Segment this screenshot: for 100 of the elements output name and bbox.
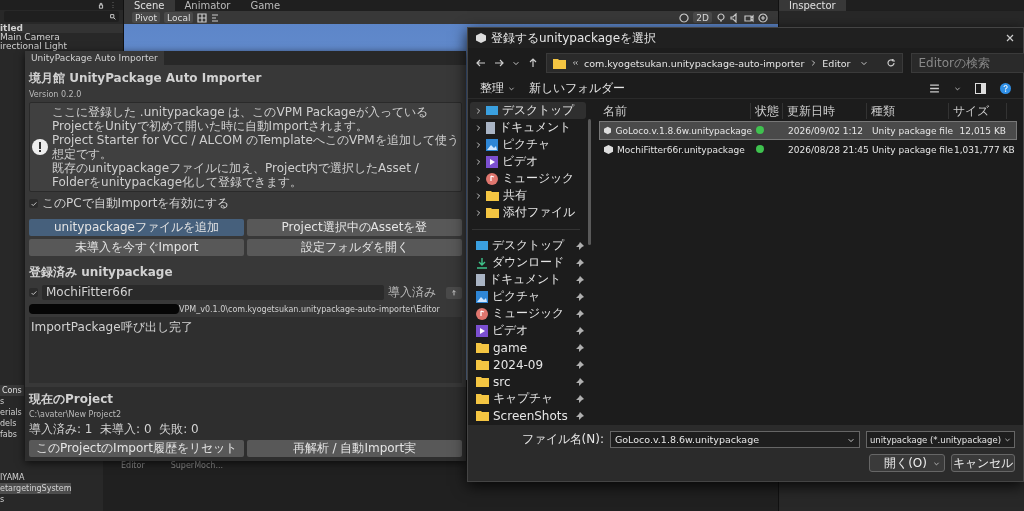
action-button[interactable]: unitypackageファイルを追加 xyxy=(29,219,244,236)
column-header[interactable]: サイズ xyxy=(949,103,1007,119)
local-button[interactable]: Local xyxy=(164,12,194,23)
column-header[interactable]: 状態 xyxy=(751,103,783,119)
action-button[interactable]: Project選択中のAssetを登 xyxy=(247,219,462,236)
action-button[interactable]: このProjectのImport履歴をリセット xyxy=(29,440,244,457)
refresh-icon xyxy=(886,58,897,68)
nav-tree-item[interactable]: デスクトップ xyxy=(470,102,586,119)
pivot-button[interactable]: Pivot xyxy=(132,12,161,23)
package-name-field[interactable]: MochiFitter66r xyxy=(42,285,384,300)
quick-access-item[interactable]: ピクチャ xyxy=(470,288,586,305)
move-up-button[interactable] xyxy=(446,286,462,299)
video-icon xyxy=(476,324,488,337)
hierarchy-item[interactable]: Main Camera xyxy=(0,33,123,42)
pin-icon xyxy=(576,343,584,352)
nav-tree-item[interactable]: ドキュメント xyxy=(470,119,586,136)
nav-tree-item[interactable]: ミュージック xyxy=(470,170,586,187)
action-button[interactable]: 再解析 / 自動Import実 xyxy=(247,440,462,457)
quick-access-item[interactable]: ダウンロード xyxy=(470,254,586,271)
nav-tree-item[interactable]: 共有 xyxy=(470,187,586,204)
scene-tab[interactable]: Game xyxy=(240,0,291,11)
pin-icon xyxy=(576,360,584,369)
scene-tab[interactable]: Scene xyxy=(124,0,175,11)
light-icon xyxy=(716,12,726,23)
close-button[interactable] xyxy=(1005,33,1015,43)
console-message: SuperMoch... xyxy=(170,461,224,470)
project-item[interactable]: fabs xyxy=(0,429,17,440)
hierarchy-item[interactable]: irectional Light xyxy=(0,42,123,51)
filename-field[interactable]: GoLoco.v.1.8.6w.unitypackage xyxy=(609,431,860,448)
importer-heading: 境月館 UnityPackage Auto Importer xyxy=(29,70,263,87)
console-tab[interactable]: Cons xyxy=(0,385,24,396)
column-header[interactable]: 種類 xyxy=(867,103,949,119)
project-item[interactable]: erials xyxy=(0,407,22,418)
cancel-button[interactable]: キャンセル xyxy=(951,454,1015,472)
quick-access-item[interactable]: ScreenShots xyxy=(470,407,586,424)
open-button[interactable]: 開く(O) xyxy=(869,454,945,472)
quick-access-item[interactable]: ミュージック xyxy=(470,305,586,322)
quick-access-item[interactable]: 2024-09 xyxy=(470,356,586,373)
picture-icon xyxy=(486,138,498,151)
project-item[interactable]: etargetingSystem xyxy=(0,483,72,494)
project-path: C:\avater\New Project2 xyxy=(29,410,122,419)
file-type-dropdown[interactable]: unitypackage (*.unitypackage) xyxy=(865,431,1015,448)
log-text: ImportPackage呼び出し完了 xyxy=(31,320,193,334)
scene-tab[interactable]: Animator xyxy=(174,0,241,11)
info-icon xyxy=(32,139,48,155)
pin-icon xyxy=(576,377,584,386)
nav-tree-item[interactable]: ピクチャ xyxy=(470,136,586,153)
column-header[interactable]: 更新日時 xyxy=(783,103,867,119)
filename-label: ファイル名(N): xyxy=(521,431,604,448)
forward-button[interactable] xyxy=(494,58,504,68)
preview-pane-button[interactable] xyxy=(975,82,986,94)
new-folder-button[interactable]: 新しいフォルダー xyxy=(529,79,625,97)
inspector-tab[interactable]: Inspector xyxy=(779,0,846,11)
pin-icon xyxy=(576,326,584,335)
search-field[interactable]: Editorの検索 xyxy=(911,53,1024,73)
pin-icon xyxy=(576,394,584,403)
scrollbar[interactable] xyxy=(588,119,591,245)
music-icon xyxy=(476,307,488,320)
window-title[interactable]: UnityPackage Auto Importer xyxy=(25,51,164,65)
section-heading: 現在のProject xyxy=(29,391,115,408)
auto-import-checkbox[interactable] xyxy=(29,199,38,208)
action-button[interactable]: 未導入を今すぐImport xyxy=(29,239,244,256)
address-bar[interactable]: com.kyogetsukan.unitypackage-auto-importer Editor xyxy=(546,53,904,73)
quick-access-item[interactable]: キャプチャ xyxy=(470,390,586,407)
back-button[interactable] xyxy=(476,58,486,68)
recent-button[interactable] xyxy=(512,59,520,67)
nav-tree-item[interactable]: 添付ファイル xyxy=(470,204,586,221)
project-item[interactable]: IYAMA xyxy=(0,472,25,483)
package-status: 導入済み xyxy=(388,284,437,301)
checkmark-icon xyxy=(29,288,38,297)
quick-access-item[interactable]: デスクトップ xyxy=(470,237,586,254)
view-button[interactable] xyxy=(929,82,940,94)
project-item[interactable]: s xyxy=(0,396,5,407)
pin-icon xyxy=(576,241,584,250)
package-checkbox[interactable] xyxy=(29,288,38,297)
document-icon xyxy=(486,121,495,134)
checkmark-icon xyxy=(29,199,38,208)
quick-access-item[interactable]: ドキュメント xyxy=(470,271,586,288)
scene-name[interactable]: itled xyxy=(0,24,123,33)
action-button[interactable]: 設定フォルダを開く xyxy=(247,239,462,256)
help-button[interactable] xyxy=(1000,82,1011,94)
auto-import-label: このPCで自動Importを有効にする xyxy=(42,195,230,212)
file-row[interactable]: MochiFitter66r.unitypackage 2026/08/28 21:45 Unity package file 1,031,777 KB xyxy=(599,140,1017,159)
column-header[interactable]: 名前 xyxy=(599,103,751,119)
quick-access-item[interactable]: src xyxy=(470,373,586,390)
up-button[interactable] xyxy=(528,58,538,68)
picture-icon xyxy=(476,290,488,303)
package-icon xyxy=(604,126,612,135)
project-item[interactable]: dels xyxy=(0,418,17,429)
folder-icon xyxy=(476,342,489,353)
organize-button[interactable]: 整理 xyxy=(480,79,515,97)
quick-access-item[interactable]: ビデオ xyxy=(470,322,586,339)
hierarchy-search-field[interactable] xyxy=(4,11,119,22)
close-icon xyxy=(1005,33,1015,43)
console-type: Editor xyxy=(121,461,145,470)
2d-button[interactable]: 2D xyxy=(693,12,712,23)
nav-tree-item[interactable]: ビデオ xyxy=(470,153,586,170)
file-row[interactable]: GoLoco.v.1.8.6w.unitypackage 2026/09/02 1:12 Unity package file 12,015 KB xyxy=(599,121,1017,140)
project-item[interactable]: s xyxy=(0,494,5,505)
quick-access-item[interactable]: game xyxy=(470,339,586,356)
